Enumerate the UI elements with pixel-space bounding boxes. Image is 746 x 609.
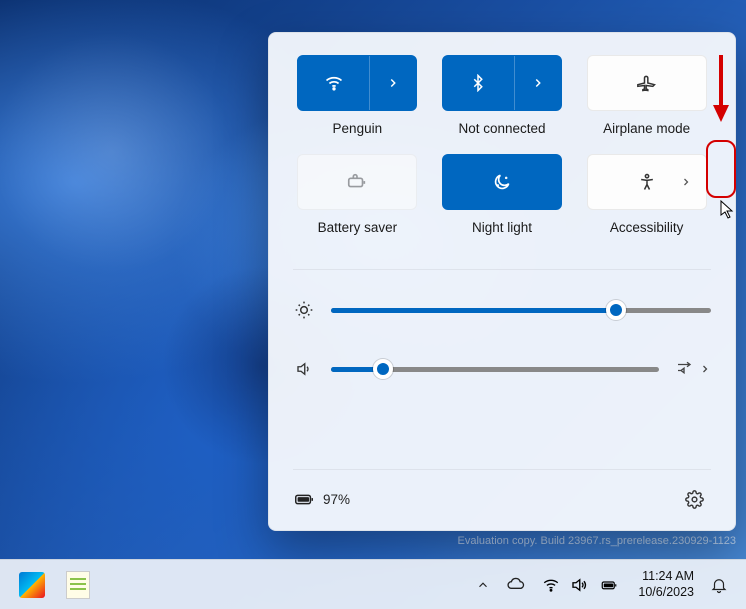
- chevron-up-icon: [476, 578, 490, 592]
- battery-percent: 97%: [323, 492, 350, 507]
- airplane-mode-tile[interactable]: [587, 55, 707, 111]
- quick-settings-panel: Penguin Not connected Airplane mode: [268, 32, 736, 531]
- battery-saver-icon: [346, 171, 368, 193]
- onedrive-tray-button[interactable]: [500, 565, 532, 605]
- night-light-tile[interactable]: [442, 154, 562, 210]
- audio-output-button[interactable]: [675, 360, 711, 378]
- battery-saver-label: Battery saver: [318, 220, 398, 235]
- volume-thumb[interactable]: [373, 359, 393, 379]
- airplane-icon: [637, 73, 657, 93]
- sliders-section: [293, 269, 711, 378]
- evaluation-watermark: Evaluation copy. Build 23967.rs_prerelea…: [458, 535, 736, 547]
- brightness-row: [293, 300, 711, 320]
- wifi-label: Penguin: [333, 121, 383, 136]
- night-light-label: Night light: [472, 220, 532, 235]
- volume-row: [293, 360, 711, 378]
- bluetooth-label: Not connected: [458, 121, 545, 136]
- brightness-thumb[interactable]: [606, 300, 626, 320]
- volume-tray-icon: [570, 576, 588, 594]
- battery-status-button[interactable]: 97%: [293, 488, 350, 510]
- notepad-app-button[interactable]: [58, 565, 98, 605]
- clock-time: 11:24 AM: [638, 569, 694, 585]
- audio-device-icon: [675, 360, 693, 378]
- wifi-tray-icon: [542, 576, 560, 594]
- battery-tray-icon: [598, 576, 620, 594]
- tray-overflow-button[interactable]: [468, 565, 498, 605]
- brightness-slider[interactable]: [331, 308, 711, 313]
- annotation-arrow: [710, 50, 732, 130]
- volume-slider[interactable]: [331, 367, 659, 372]
- battery-icon: [293, 488, 315, 510]
- quick-settings-tiles: Penguin Not connected Airplane mode: [293, 55, 711, 235]
- wifi-icon: [298, 73, 369, 93]
- cloud-icon: [506, 575, 526, 595]
- brightness-icon: [293, 300, 315, 320]
- accessibility-icon: [637, 172, 657, 192]
- annotation-highlight-box: [706, 140, 736, 198]
- gear-icon: [685, 490, 704, 509]
- quick-settings-footer: 97%: [293, 469, 711, 516]
- battery-saver-tile[interactable]: [297, 154, 417, 210]
- accessibility-label: Accessibility: [610, 220, 684, 235]
- accessibility-tile[interactable]: [587, 154, 707, 210]
- wifi-tile[interactable]: [297, 55, 417, 111]
- taskbar: 11:24 AM 10/6/2023: [0, 559, 746, 609]
- volume-icon: [293, 360, 315, 378]
- bell-icon: [710, 576, 728, 594]
- cursor-pointer-icon: [720, 200, 736, 220]
- airplane-mode-label: Airplane mode: [603, 121, 690, 136]
- taskbar-clock[interactable]: 11:24 AM 10/6/2023: [630, 569, 702, 600]
- notepad-icon: [66, 571, 90, 599]
- night-light-icon: [492, 172, 512, 192]
- chevron-right-icon: [699, 363, 711, 375]
- microsoft-store-button[interactable]: [12, 565, 52, 605]
- bluetooth-icon: [443, 74, 514, 92]
- network-volume-battery-tray[interactable]: [534, 565, 628, 605]
- notifications-button[interactable]: [704, 565, 734, 605]
- bluetooth-tile[interactable]: [442, 55, 562, 111]
- accessibility-expand-icon: [680, 176, 692, 188]
- clock-date: 10/6/2023: [638, 585, 694, 601]
- bluetooth-expand-button[interactable]: [514, 56, 561, 110]
- store-icon: [19, 572, 45, 598]
- settings-button[interactable]: [677, 482, 711, 516]
- wifi-expand-button[interactable]: [369, 56, 416, 110]
